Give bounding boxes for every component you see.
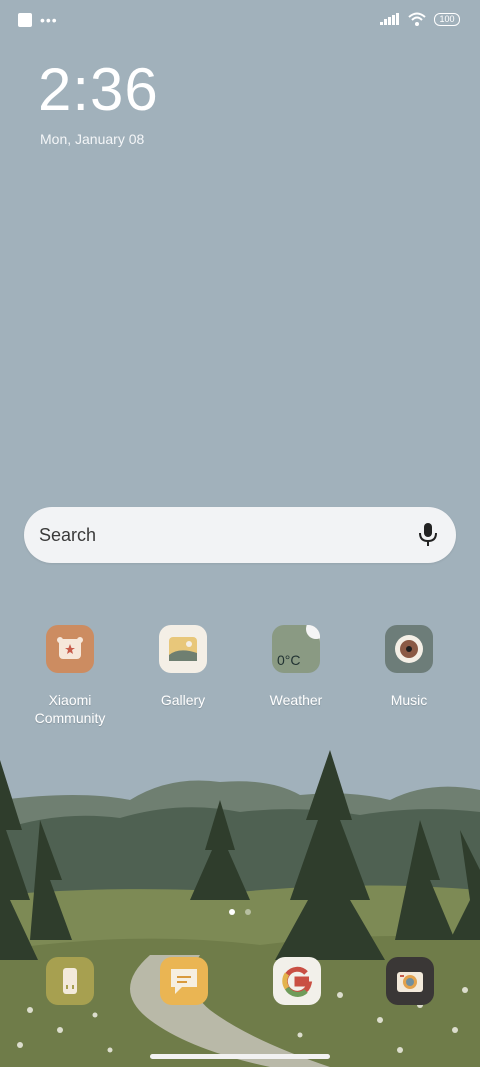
status-bar: ••• 100 (0, 0, 480, 42)
signal-icon (380, 13, 399, 25)
app-label: Xiaomi Community (34, 692, 106, 726)
page-dot (245, 909, 251, 915)
app-xiaomi-community[interactable]: Xiaomi Community (20, 625, 120, 727)
gallery-icon (159, 625, 207, 673)
search-bar[interactable]: Search (24, 507, 456, 563)
music-icon (385, 625, 433, 673)
search-placeholder: Search (39, 525, 97, 545)
status-left: ••• (18, 13, 58, 27)
notification-icon (18, 13, 32, 27)
home-gesture-bar[interactable] (150, 1054, 330, 1059)
app-label: Music (390, 692, 428, 708)
battery-indicator: 100 (434, 12, 460, 26)
weather-temp: 0°C (277, 652, 301, 668)
clock-time[interactable]: 2:36 (38, 58, 159, 122)
camera-icon[interactable] (386, 957, 434, 1005)
weather-icon: 0°C (272, 625, 320, 673)
microphone-icon[interactable] (418, 523, 438, 547)
app-label: Gallery (160, 692, 206, 708)
more-notifications-icon: ••• (40, 12, 58, 28)
google-icon[interactable] (273, 957, 321, 1005)
clock-date[interactable]: Mon, January 08 (40, 131, 144, 147)
app-music[interactable]: Music (359, 625, 459, 709)
app-weather[interactable]: 0°C Weather (246, 625, 346, 709)
page-indicator (229, 909, 251, 915)
xiaomi-community-icon (46, 625, 94, 673)
status-right: 100 (380, 12, 460, 26)
wifi-icon (408, 12, 426, 26)
messages-icon[interactable] (160, 957, 208, 1005)
app-gallery[interactable]: Gallery (133, 625, 233, 709)
app-label: Weather (269, 692, 323, 708)
page-dot-active (229, 909, 235, 915)
phone-icon[interactable] (46, 957, 94, 1005)
